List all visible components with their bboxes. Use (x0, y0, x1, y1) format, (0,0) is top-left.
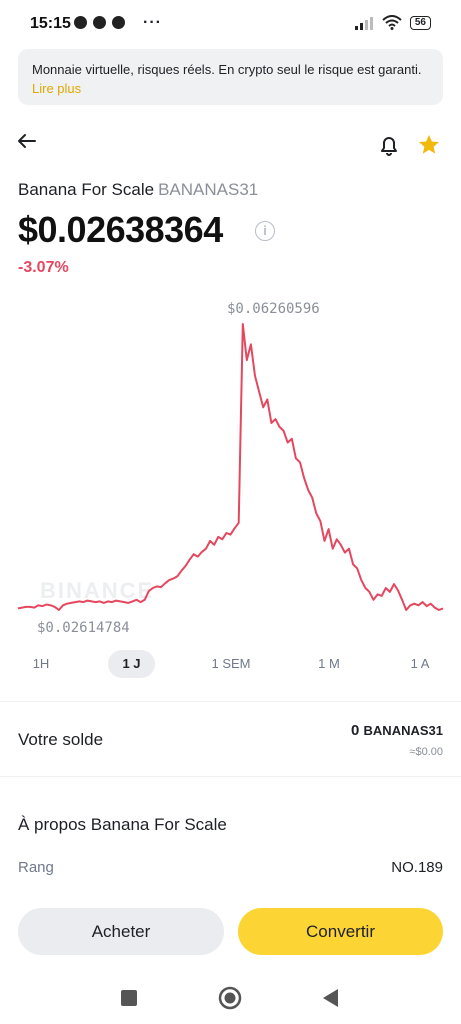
status-bar: 15:15 ··· 56 (0, 0, 461, 44)
risk-warning-banner: Monnaie virtuelle, risques réels. En cry… (18, 49, 443, 105)
balance-fiat: ≈$0.00 (409, 746, 443, 758)
tab-1h[interactable]: 1H (24, 650, 58, 678)
system-nav-bar (0, 975, 461, 1024)
info-icon[interactable]: i (255, 221, 275, 241)
banner-text: Monnaie virtuelle, risques réels. En cry… (32, 62, 422, 77)
rank-value: NO.189 (391, 859, 443, 876)
chart-low-label: $0.02614784 (37, 620, 130, 636)
arrow-left-icon (18, 134, 36, 148)
price-change-percent: -3.07% (18, 259, 69, 276)
circle-icon (218, 986, 242, 1010)
favorite-button[interactable] (416, 132, 442, 158)
status-time: 15:15 (30, 15, 71, 32)
more-notifications-icon: ··· (143, 13, 162, 31)
status-system-icons: 56 (354, 15, 431, 30)
tab-1a[interactable]: 1 A (403, 650, 437, 678)
tab-1m[interactable]: 1 M (309, 650, 349, 678)
balance-label: Votre solde (18, 730, 104, 749)
home-button[interactable] (217, 985, 243, 1011)
status-notification-icons: ··· (74, 13, 162, 31)
about-title: À propos Banana For Scale (18, 815, 227, 834)
divider (0, 776, 461, 777)
square-icon (121, 990, 137, 1006)
star-icon (419, 135, 439, 154)
bell-icon (381, 137, 397, 156)
signal-icon (354, 16, 373, 30)
triangle-back-icon (323, 989, 338, 1007)
recent-apps-button[interactable] (116, 985, 142, 1011)
coin-symbol: BANANAS31 (158, 180, 259, 199)
coin-name: Banana For Scale (18, 180, 155, 199)
price-alert-button[interactable] (376, 132, 402, 158)
balance-amount-value: 0 (351, 722, 360, 739)
balance-amount: 0 BANANAS31 (351, 722, 443, 739)
current-price: $0.02638364 (18, 209, 223, 250)
wifi-icon (382, 15, 402, 30)
back-nav-button[interactable] (318, 985, 344, 1011)
timeframe-tabs: 1H 1 J 1 SEM 1 M 1 A (18, 650, 443, 678)
convert-button[interactable]: Convertir (238, 908, 443, 955)
read-more-link[interactable]: Lire plus (32, 81, 81, 96)
tab-1j[interactable]: 1 J (108, 650, 155, 678)
rank-label: Rang (18, 859, 54, 876)
price-chart[interactable] (0, 295, 461, 645)
chat-icon (112, 16, 125, 29)
tab-1sem[interactable]: 1 SEM (205, 650, 257, 678)
battery-icon: 56 (409, 15, 431, 30)
back-button[interactable] (14, 128, 40, 154)
coin-title: Banana For Scale BANANAS31 (18, 180, 258, 200)
game-controller-icon (93, 16, 106, 29)
buy-button[interactable]: Acheter (18, 908, 224, 955)
facebook-icon (74, 16, 87, 29)
divider (0, 701, 461, 702)
price-line (17, 323, 444, 611)
balance-symbol: BANANAS31 (363, 723, 443, 738)
